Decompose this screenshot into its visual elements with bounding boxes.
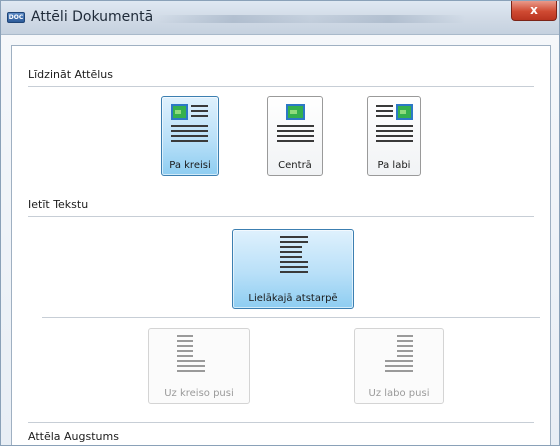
align-right-button[interactable]: Pa labi (367, 96, 421, 176)
title-bar-glass (156, 15, 466, 23)
height-section-divider (28, 422, 534, 423)
align-center-label: Centrā (278, 160, 312, 171)
title-bar[interactable]: DOC Attēli Dokumentā x (1, 1, 559, 35)
wrap-section-title: Ietīt Tekstu (28, 198, 89, 211)
wrap-options-divider (42, 317, 540, 318)
image-right-icon (376, 104, 413, 142)
text-wrap-left-icon (177, 335, 205, 372)
text-wrap-largest-icon (280, 236, 308, 273)
wrap-largest-gap-button[interactable]: Lielākajā atstarpē (232, 229, 354, 309)
image-center-icon (277, 104, 314, 142)
wrap-right-button[interactable]: Uz labo pusi (354, 328, 444, 404)
image-left-icon (171, 104, 208, 142)
app-icon: DOC (7, 12, 25, 23)
dialog-content: Līdzināt Attēlus Pa kreisi Centrā Pa lab… (11, 45, 551, 445)
align-section-title: Līdzināt Attēlus (28, 68, 114, 81)
wrap-right-label: Uz labo pusi (368, 388, 430, 399)
wrap-left-label: Uz kreiso pusi (164, 388, 234, 399)
align-section-divider (28, 86, 534, 87)
align-right-label: Pa labi (377, 160, 411, 171)
wrap-section-divider (28, 216, 534, 217)
text-wrap-right-icon (385, 335, 413, 372)
window-title: Attēli Dokumentā (31, 9, 154, 25)
height-section-title: Attēla Augstums (28, 430, 119, 443)
dialog-window: DOC Attēli Dokumentā x Līdzināt Attēlus … (0, 0, 560, 446)
align-left-label: Pa kreisi (169, 160, 211, 171)
close-button[interactable]: x (511, 1, 557, 21)
wrap-largest-gap-label: Lielākajā atstarpē (248, 293, 338, 304)
wrap-left-button[interactable]: Uz kreiso pusi (148, 328, 250, 404)
align-left-button[interactable]: Pa kreisi (161, 96, 219, 176)
align-center-button[interactable]: Centrā (267, 96, 323, 176)
